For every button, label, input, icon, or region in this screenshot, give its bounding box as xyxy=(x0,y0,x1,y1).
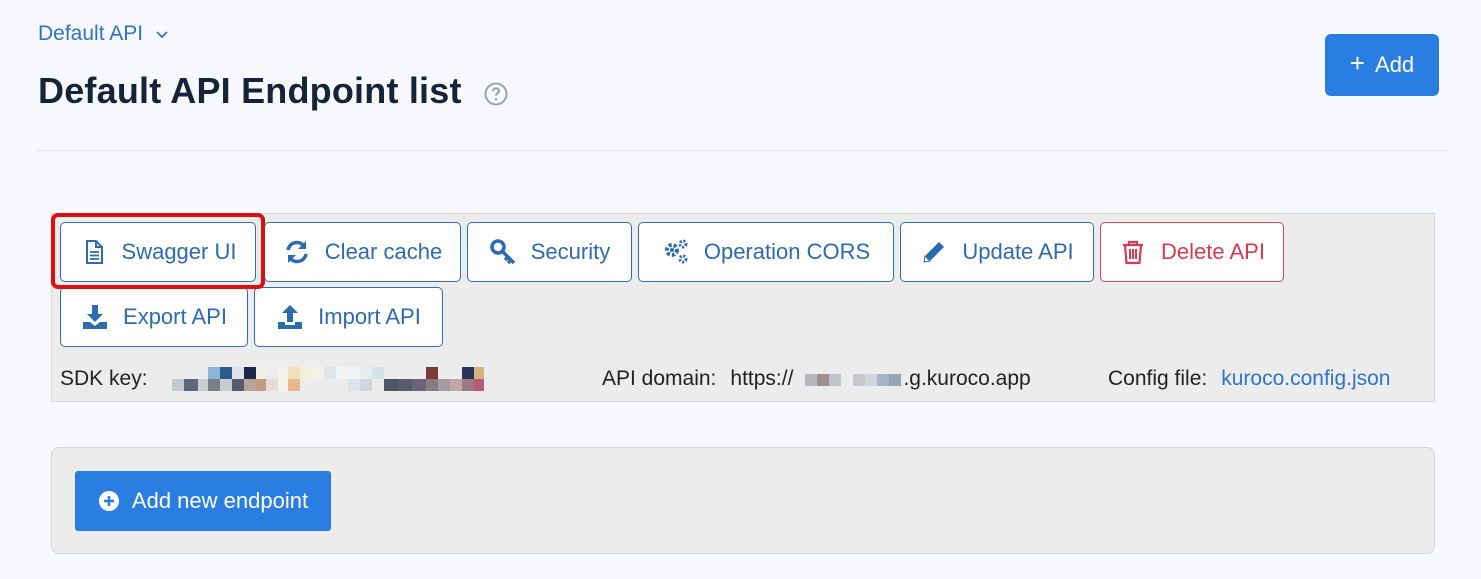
download-icon xyxy=(83,305,108,329)
upload-icon xyxy=(278,305,303,329)
document-icon xyxy=(85,240,103,264)
plus-circle-icon xyxy=(98,491,119,511)
api-selector-dropdown[interactable]: Default API xyxy=(38,22,169,46)
import-api-label: Import API xyxy=(318,304,421,329)
config-file-link[interactable]: kuroco.config.json xyxy=(1221,367,1390,391)
pencil-icon xyxy=(923,242,945,263)
operation-cors-button[interactable]: Operation CORS xyxy=(638,222,894,282)
clear-cache-label: Clear cache xyxy=(324,239,443,264)
delete-api-button[interactable]: Delete API xyxy=(1100,222,1284,282)
page-title-text: Default API Endpoint list xyxy=(38,70,462,111)
swagger-ui-button[interactable]: Swagger UI xyxy=(60,222,256,282)
export-api-button[interactable]: Export API xyxy=(60,287,248,347)
trash-icon xyxy=(1123,240,1144,265)
add-button[interactable]: + Add xyxy=(1325,34,1439,96)
update-api-button[interactable]: Update API xyxy=(900,222,1094,282)
api-domain-suffix: .g.kuroco.app xyxy=(903,367,1031,390)
help-icon[interactable] xyxy=(484,82,508,106)
sdk-key-label: SDK key: xyxy=(60,367,148,390)
export-api-label: Export API xyxy=(123,304,227,329)
operation-cors-label: Operation CORS xyxy=(703,239,871,264)
api-domain-prefix: https:// xyxy=(730,367,794,390)
api-selector-label: Default API xyxy=(38,22,144,45)
header-divider xyxy=(36,150,1448,151)
config-file-label: Config file: xyxy=(1108,367,1208,390)
clear-cache-button[interactable]: Clear cache xyxy=(264,222,461,282)
page-title: Default API Endpoint list xyxy=(38,70,508,112)
config-file-row: Config file: kuroco.config.json xyxy=(1108,366,1390,392)
api-domain-row: API domain: https:// .g.kuroco.app xyxy=(602,366,1031,392)
plus-icon: + xyxy=(1349,48,1366,78)
security-label: Security xyxy=(530,239,611,264)
chevron-down-icon xyxy=(156,31,168,39)
key-icon xyxy=(490,239,515,265)
import-api-button[interactable]: Import API xyxy=(254,287,443,347)
swagger-ui-label: Swagger UI xyxy=(121,239,237,264)
add-button-label: Add xyxy=(1375,52,1415,77)
add-new-endpoint-label: Add new endpoint xyxy=(131,488,309,513)
api-domain-label: API domain: xyxy=(602,367,717,390)
delete-api-label: Delete API xyxy=(1161,239,1265,264)
sdk-key-row: SDK key: xyxy=(60,366,484,392)
sdk-key-redacted xyxy=(171,367,484,391)
update-api-label: Update API xyxy=(962,239,1074,264)
add-new-endpoint-button[interactable]: Add new endpoint xyxy=(75,471,331,531)
api-domain-redacted xyxy=(805,367,902,391)
refresh-icon xyxy=(286,240,308,264)
security-button[interactable]: Security xyxy=(467,222,632,282)
gears-icon xyxy=(664,239,688,264)
